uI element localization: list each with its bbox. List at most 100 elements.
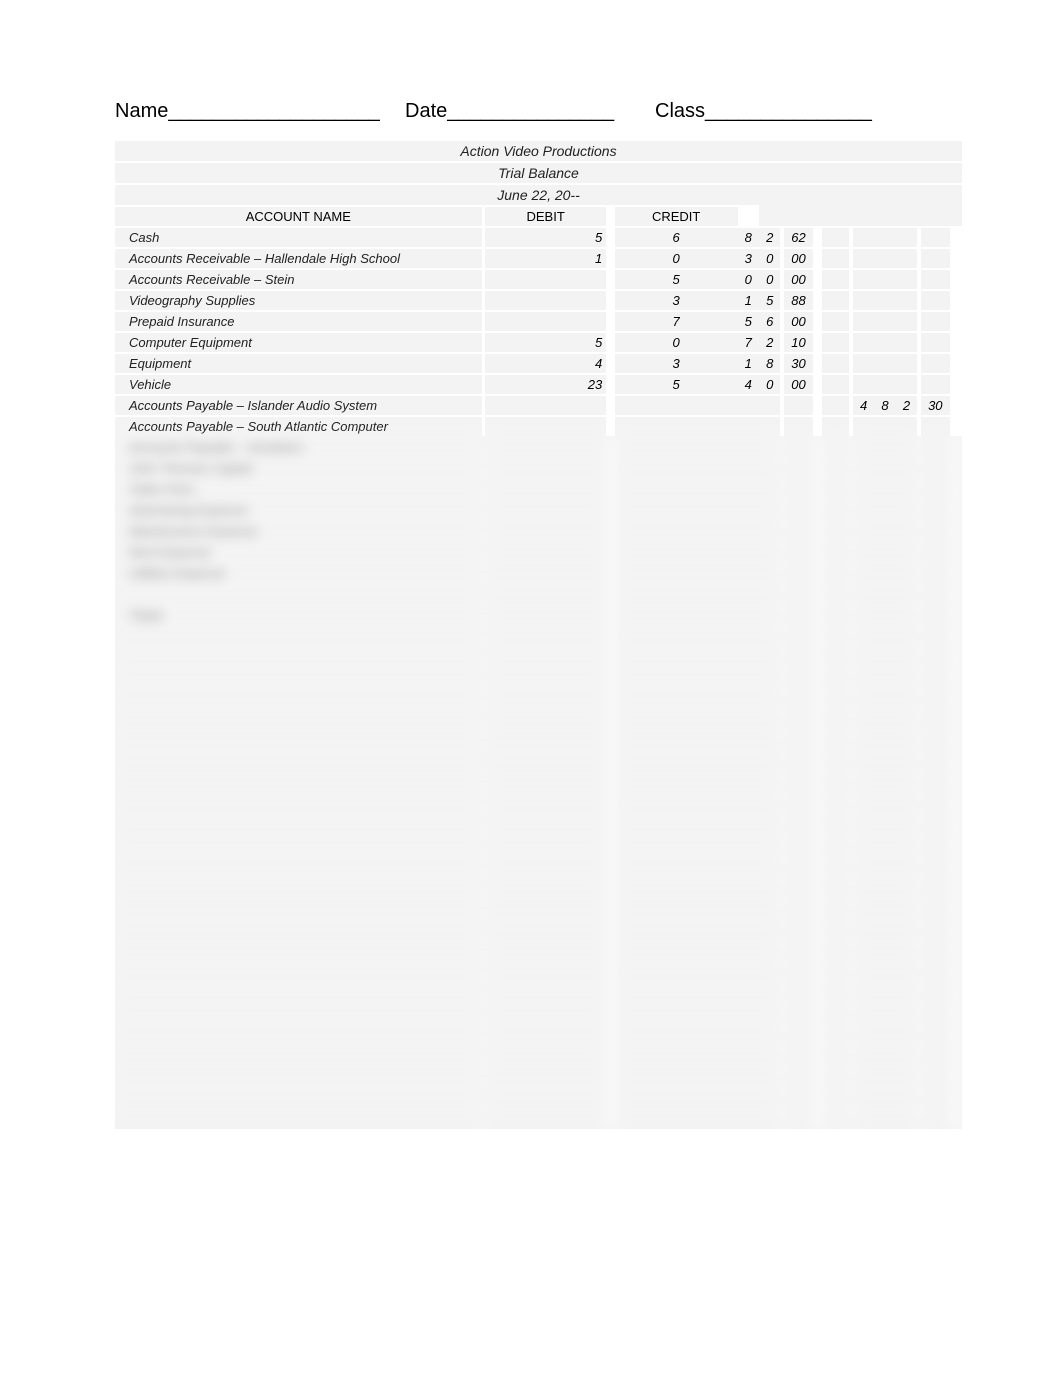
debit-hundreds: 7	[615, 310, 738, 331]
credit-ones	[896, 1066, 917, 1087]
debit-thousands: 23	[485, 373, 606, 394]
credit-cents	[921, 541, 950, 562]
column-separator	[606, 205, 614, 226]
column-separator	[813, 898, 821, 919]
column-separator	[813, 940, 821, 961]
table-row	[115, 856, 962, 877]
account-name-cell: Accounts Payable – Smothers	[115, 436, 482, 457]
credit-tens	[874, 1045, 895, 1066]
credit-hundreds	[853, 499, 874, 520]
credit-hundreds	[853, 1003, 874, 1024]
debit-tens: 3	[738, 247, 759, 268]
header-account: ACCOUNT NAME	[115, 205, 482, 226]
report-date: June 22, 20--	[115, 183, 962, 205]
table-row	[115, 814, 962, 835]
credit-hundreds	[853, 604, 874, 625]
debit-ones	[759, 667, 780, 688]
column-separator	[813, 709, 821, 730]
header-credit: CREDIT	[615, 205, 738, 226]
credit-ones	[896, 373, 917, 394]
debit-tens	[738, 772, 759, 793]
credit-hundreds	[853, 562, 874, 583]
column-separator	[950, 625, 962, 646]
credit-tens	[874, 961, 895, 982]
credit-tens	[874, 499, 895, 520]
column-separator	[813, 1045, 821, 1066]
column-separator	[813, 877, 821, 898]
account-name-cell	[115, 1024, 482, 1045]
debit-cents	[784, 982, 813, 1003]
credit-tens	[874, 268, 895, 289]
credit-thousands	[822, 1024, 850, 1045]
credit-thousands	[822, 1108, 850, 1129]
column-separator	[950, 436, 962, 457]
debit-ones	[759, 772, 780, 793]
debit-hundreds	[615, 751, 738, 772]
debit-hundreds	[615, 940, 738, 961]
column-separator	[606, 772, 614, 793]
debit-thousands	[485, 961, 606, 982]
column-separator	[950, 331, 962, 352]
credit-ones	[896, 331, 917, 352]
table-header-row: ACCOUNT NAMEDEBITCREDIT	[115, 205, 962, 226]
column-separator	[606, 289, 614, 310]
column-separator	[950, 415, 962, 436]
debit-hundreds	[615, 1066, 738, 1087]
debit-thousands	[485, 541, 606, 562]
debit-thousands	[485, 583, 606, 604]
debit-cents	[784, 688, 813, 709]
column-separator	[606, 415, 614, 436]
debit-tens	[738, 1045, 759, 1066]
debit-hundreds	[615, 709, 738, 730]
credit-cents	[921, 289, 950, 310]
trial-balance-sheet: Action Video Productions Trial Balance J…	[115, 141, 962, 1129]
debit-cents: 62	[784, 226, 813, 247]
column-separator	[606, 541, 614, 562]
credit-hundreds	[853, 247, 874, 268]
column-separator	[950, 940, 962, 961]
credit-ones	[896, 457, 917, 478]
column-separator	[950, 562, 962, 583]
column-separator	[950, 772, 962, 793]
column-separator	[950, 289, 962, 310]
debit-cents	[784, 898, 813, 919]
debit-cents	[784, 667, 813, 688]
credit-thousands	[822, 310, 850, 331]
debit-tens	[738, 1024, 759, 1045]
column-separator	[606, 919, 614, 940]
credit-ones	[896, 562, 917, 583]
column-separator	[950, 1003, 962, 1024]
credit-hundreds	[853, 919, 874, 940]
account-name-cell	[115, 793, 482, 814]
debit-hundreds	[615, 898, 738, 919]
credit-cents	[921, 961, 950, 982]
column-separator	[606, 898, 614, 919]
credit-cents	[921, 373, 950, 394]
table-row	[115, 982, 962, 1003]
debit-thousands	[485, 751, 606, 772]
credit-hundreds	[853, 940, 874, 961]
credit-thousands	[822, 352, 850, 373]
debit-cents	[784, 961, 813, 982]
credit-ones: 2	[896, 394, 917, 415]
table-row: Totals	[115, 604, 962, 625]
column-separator	[606, 1045, 614, 1066]
debit-tens	[738, 709, 759, 730]
column-separator	[606, 856, 614, 877]
credit-hundreds	[853, 373, 874, 394]
column-separator	[813, 499, 821, 520]
credit-tens	[874, 436, 895, 457]
debit-cents	[784, 877, 813, 898]
column-separator	[813, 331, 821, 352]
credit-hundreds	[853, 541, 874, 562]
debit-cents	[784, 1087, 813, 1108]
credit-tens	[874, 247, 895, 268]
column-separator	[950, 751, 962, 772]
debit-ones: 0	[759, 247, 780, 268]
debit-ones	[759, 1045, 780, 1066]
credit-hundreds	[853, 961, 874, 982]
credit-thousands	[822, 457, 850, 478]
credit-cents	[921, 436, 950, 457]
debit-tens	[738, 793, 759, 814]
debit-hundreds: 3	[615, 289, 738, 310]
